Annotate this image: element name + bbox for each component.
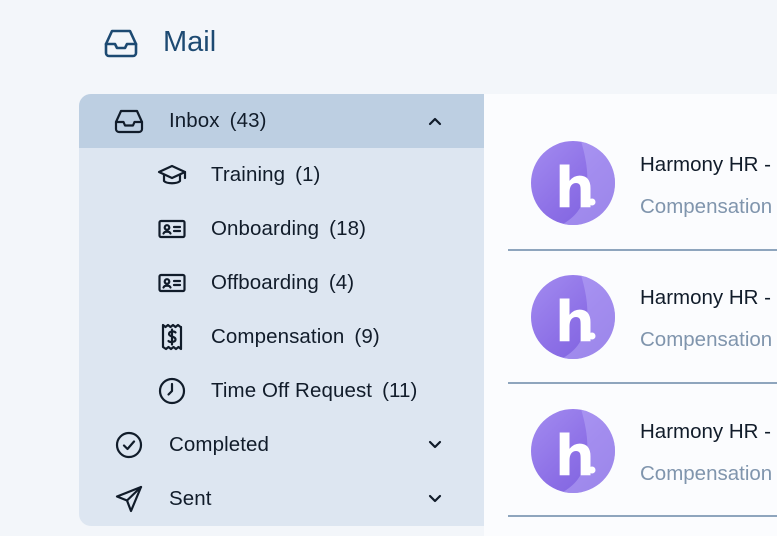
sidebar-item-label: Completed — [169, 433, 270, 456]
sidebar-item-label: Compensation (9) — [211, 325, 380, 348]
sidebar-item-label: Offboarding (4) — [211, 271, 355, 294]
inbox-tray-icon — [104, 29, 138, 58]
clock-icon — [157, 376, 187, 406]
sidebar-item-onboarding[interactable]: Onboarding (18) — [79, 202, 484, 256]
email-subject: Compensation — [640, 462, 773, 485]
svg-text:h: h — [555, 156, 595, 221]
email-subject: Compensation — [640, 195, 773, 218]
graduation-cap-icon — [157, 160, 187, 190]
email-list: h Harmony HR - Compensation h Harmony HR… — [484, 94, 777, 536]
avatar: h — [531, 141, 615, 225]
sidebar-item-label: Training (1) — [211, 163, 321, 186]
sidebar-item-label: Sent — [169, 487, 212, 510]
sidebar-item-completed[interactable]: Completed — [79, 418, 484, 472]
email-list-item[interactable]: h Harmony HR - Compensation — [508, 384, 777, 517]
svg-text:h: h — [555, 424, 595, 489]
folder-sidebar: Inbox (43) Training (1) Onboarding (18) … — [79, 94, 484, 526]
email-list-item[interactable]: h Harmony HR - Compensation — [508, 251, 777, 384]
check-circle-icon — [114, 430, 144, 460]
id-card-icon — [157, 214, 187, 244]
sidebar-item-compensation[interactable]: Compensation (9) — [79, 310, 484, 364]
svg-text:h: h — [555, 290, 595, 355]
sidebar-item-inbox[interactable]: Inbox (43) — [79, 94, 484, 148]
receipt-dollar-icon — [157, 322, 187, 352]
sidebar-item-time-off-request[interactable]: Time Off Request (11) — [79, 364, 484, 418]
mail-app: Mail Inbox (43) Training (1) Onboarding … — [0, 0, 777, 536]
email-subject: Compensation — [640, 328, 773, 351]
email-list-item[interactable]: h Harmony HR - Compensation — [508, 118, 777, 251]
sidebar-item-sent[interactable]: Sent — [79, 472, 484, 526]
avatar: h — [531, 275, 615, 359]
email-sender: Harmony HR - — [640, 420, 771, 443]
send-icon — [114, 484, 144, 514]
chevron-up-icon[interactable] — [424, 110, 446, 132]
sidebar-item-label: Inbox (43) — [169, 109, 267, 132]
chevron-down-icon[interactable] — [424, 488, 446, 510]
page-title: Mail — [163, 26, 217, 58]
sidebar-item-training[interactable]: Training (1) — [79, 148, 484, 202]
email-sender: Harmony HR - — [640, 153, 771, 176]
chevron-down-icon[interactable] — [424, 434, 446, 456]
email-sender: Harmony HR - — [640, 286, 771, 309]
id-card-icon — [157, 268, 187, 298]
inbox-tray-icon — [114, 106, 144, 136]
sidebar-item-label: Onboarding (18) — [211, 217, 366, 240]
avatar: h — [531, 409, 615, 493]
sidebar-item-label: Time Off Request (11) — [211, 379, 418, 402]
sidebar-item-offboarding[interactable]: Offboarding (4) — [79, 256, 484, 310]
